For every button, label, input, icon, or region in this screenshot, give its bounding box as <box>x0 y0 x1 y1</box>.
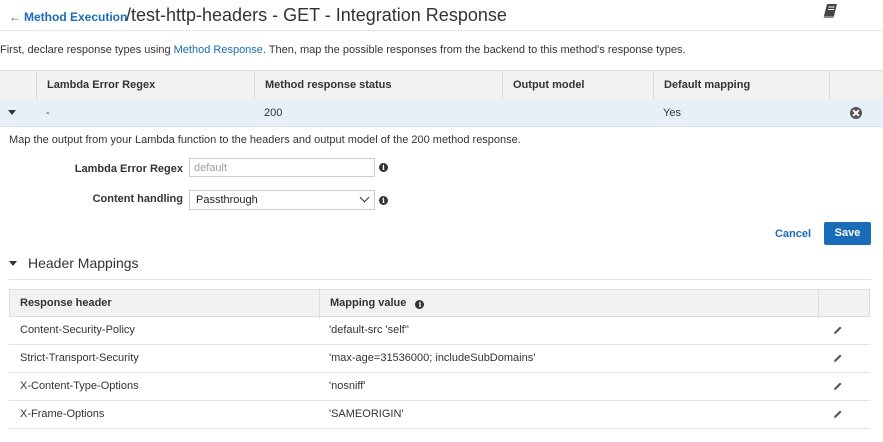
row-status: 200 <box>264 107 283 119</box>
col-mapping-value: Mapping value i <box>320 290 818 316</box>
book-icon[interactable] <box>822 3 840 19</box>
method-response-link[interactable]: Method Response <box>174 44 263 56</box>
pencil-icon[interactable] <box>833 325 843 335</box>
page-title: /test-http-headers - GET - Integration R… <box>126 5 507 25</box>
mapping-value-cell: 'nosniff' <box>329 380 366 392</box>
responses-table-header: Lambda Error Regex Method response statu… <box>0 70 883 101</box>
table-row: X-Frame-Options 'SAMEORIGIN' <box>9 401 870 429</box>
response-header-cell: Content-Security-Policy <box>20 324 135 336</box>
back-link-label: Method Execution <box>24 10 128 24</box>
top-bar: ← Method Execution /test-http-headers - G… <box>0 0 883 31</box>
header-mappings-table: Response header Mapping value i Content-… <box>9 289 870 429</box>
info-icon[interactable]: i <box>379 163 388 172</box>
content-handling-label: Content handling <box>92 193 183 205</box>
content-handling-select[interactable]: Passthrough <box>189 190 375 210</box>
save-button[interactable]: Save <box>824 222 871 245</box>
cancel-button[interactable]: Cancel <box>770 223 816 245</box>
chevron-down-icon <box>359 192 370 203</box>
mapping-value-cell: 'default-src 'self'' <box>329 324 409 336</box>
response-header-cell: X-Frame-Options <box>20 408 105 420</box>
pencil-icon[interactable] <box>833 353 843 363</box>
response-header-cell: Strict-Transport-Security <box>20 352 139 364</box>
column-divider <box>818 290 819 318</box>
info-icon[interactable]: i <box>415 300 425 309</box>
row-default-mapping: Yes <box>663 107 681 119</box>
col-default-mapping: Default mapping <box>653 71 829 100</box>
header-mappings-title[interactable]: Header Mappings <box>28 255 139 271</box>
table-row: X-Content-Type-Options 'nosniff' <box>9 373 870 401</box>
back-to-method-execution-link[interactable]: ← Method Execution <box>9 10 127 24</box>
table-row: Content-Security-Policy 'default-src 'se… <box>9 317 870 345</box>
mapping-value-cell: 'max-age=31536000; includeSubDomains' <box>329 352 536 364</box>
mapping-value-cell: 'SAMEORIGIN' <box>329 408 404 420</box>
col-actions <box>829 71 883 100</box>
close-circle-icon[interactable] <box>850 107 862 119</box>
lambda-error-regex-label: Lambda Error Regex <box>74 163 183 175</box>
caret-down-icon[interactable] <box>8 110 16 115</box>
row-regex: - <box>46 107 50 119</box>
intro-text: First, declare response types using Meth… <box>0 44 686 56</box>
caret-down-icon[interactable] <box>9 261 17 266</box>
lambda-error-regex-input[interactable] <box>189 158 375 177</box>
response-header-cell: X-Content-Type-Options <box>20 380 139 392</box>
section-divider <box>9 279 871 280</box>
pencil-icon[interactable] <box>833 409 843 419</box>
pencil-icon[interactable] <box>833 381 843 391</box>
info-icon[interactable]: i <box>379 196 388 205</box>
col-lambda-error-regex: Lambda Error Regex <box>36 71 254 100</box>
table-row: Strict-Transport-Security 'max-age=31536… <box>9 345 870 373</box>
col-method-response-status: Method response status <box>254 71 502 100</box>
arrow-left-icon: ← <box>9 10 21 24</box>
col-output-model: Output model <box>502 71 653 100</box>
col-response-header: Response header <box>20 297 112 309</box>
header-mappings-table-header: Response header Mapping value i <box>9 289 870 318</box>
detail-description: Map the output from your Lambda function… <box>9 134 521 146</box>
response-row-200[interactable]: - 200 Yes <box>0 100 883 127</box>
content-handling-value: Passthrough <box>196 194 258 206</box>
